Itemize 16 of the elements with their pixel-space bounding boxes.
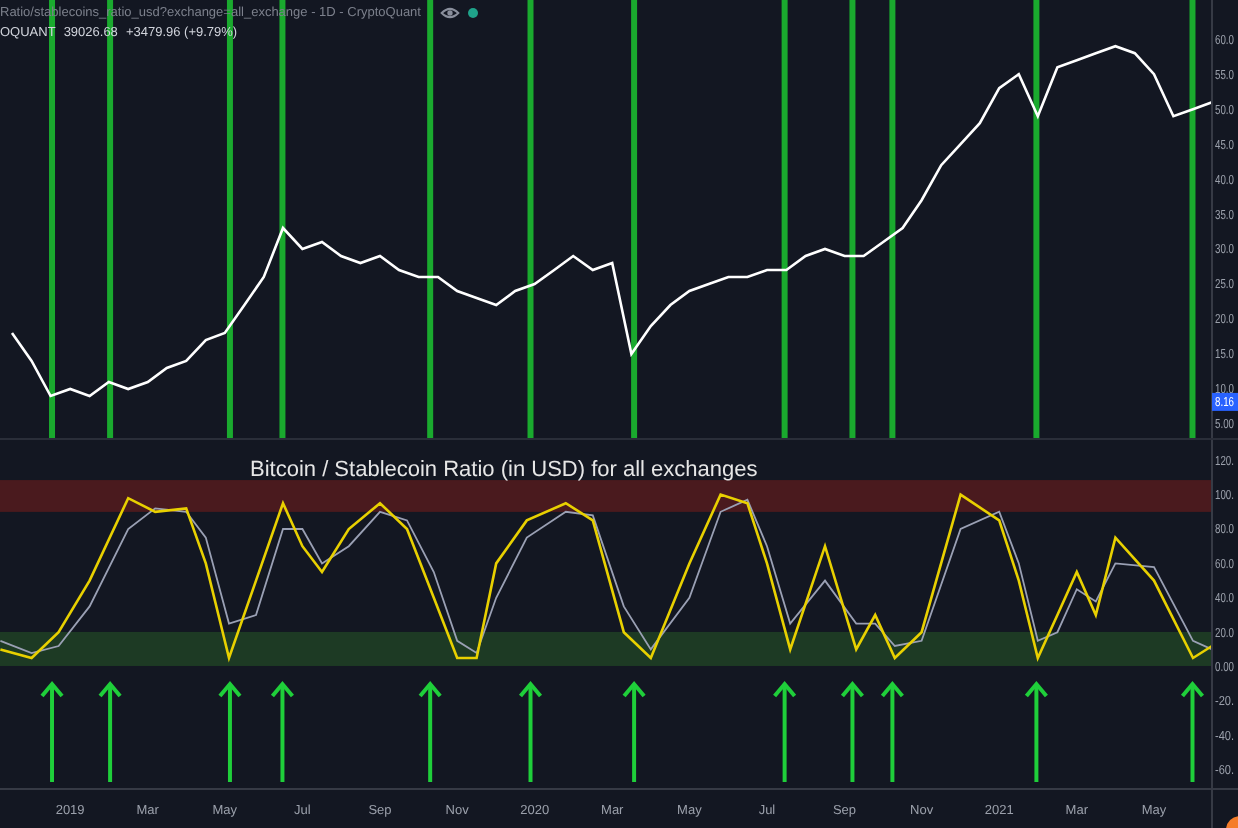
- up-arrow-icon: [1180, 680, 1205, 782]
- up-arrow-icon: [880, 680, 904, 782]
- up-arrow-icon: [40, 680, 64, 782]
- up-arrow-icon: [270, 680, 294, 782]
- chart-title: Bitcoin / Stablecoin Ratio (in USD) for all exchanges: [250, 458, 758, 482]
- up-arrow-icon: [773, 680, 797, 782]
- up-arrow-icon: [98, 680, 122, 782]
- up-arrow-icon: [840, 680, 864, 782]
- up-arrow-icon: [418, 680, 442, 782]
- up-arrow-icon: [218, 680, 242, 782]
- logo-icon[interactable]: [1226, 816, 1238, 828]
- eye-icon[interactable]: [440, 6, 461, 20]
- up-arrow-icon: [1024, 680, 1048, 782]
- up-arrow-icon: [518, 680, 543, 782]
- status-dot-icon: [468, 8, 479, 18]
- up-arrow-icon: [622, 680, 646, 782]
